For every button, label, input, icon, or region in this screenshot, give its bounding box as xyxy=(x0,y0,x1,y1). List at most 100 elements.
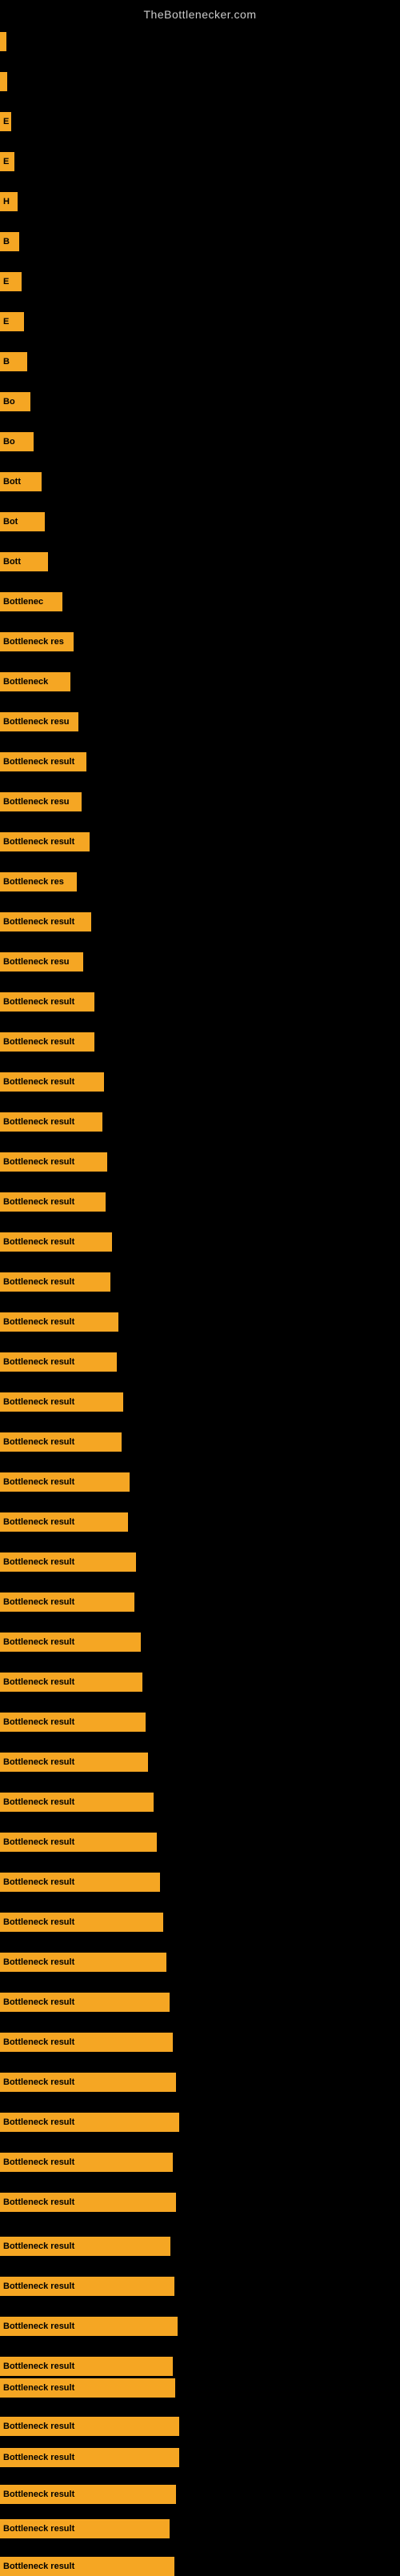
bar-label-7: E xyxy=(3,277,9,286)
bar-label-44: Bottleneck result xyxy=(3,1757,74,1767)
bar-label-23: Bottleneck result xyxy=(3,917,74,927)
bar-label-43: Bottleneck result xyxy=(3,1717,74,1727)
bar-item-30: Bottleneck result xyxy=(0,1192,106,1212)
bar-label-46: Bottleneck result xyxy=(3,1837,74,1847)
bar-item-33: Bottleneck result xyxy=(0,1312,118,1332)
bar-item-12: Bott xyxy=(0,472,42,491)
bar-label-54: Bottleneck result xyxy=(3,2157,74,2167)
bar-label-26: Bottleneck result xyxy=(3,1037,74,1047)
bar-label-30: Bottleneck result xyxy=(3,1197,74,1207)
bar-label-36: Bottleneck result xyxy=(3,1437,74,1447)
bar-item-38: Bottleneck result xyxy=(0,1512,128,1532)
bar-label-28: Bottleneck result xyxy=(3,1117,74,1127)
bar-item-16: Bottleneck res xyxy=(0,632,74,651)
bar-label-15: Bottlenec xyxy=(3,597,43,607)
bar-label-62: Bottleneck result xyxy=(3,2453,74,2462)
bar-item-10: Bo xyxy=(0,392,30,411)
bar-label-12: Bott xyxy=(3,477,21,487)
bar-item-11: Bo xyxy=(0,432,34,451)
bar-item-62: Bottleneck result xyxy=(0,2448,179,2467)
bar-item-46: Bottleneck result xyxy=(0,1833,157,1852)
bar-item-6: B xyxy=(0,232,19,251)
bar-item-59: Bottleneck result xyxy=(0,2357,173,2376)
bar-item-47: Bottleneck result xyxy=(0,1873,160,1892)
bar-item-7: E xyxy=(0,272,22,291)
bar-item-43: Bottleneck result xyxy=(0,1713,146,1732)
bar-item-36: Bottleneck result xyxy=(0,1432,122,1452)
bar-item-8: E xyxy=(0,312,24,331)
bar-item-35: Bottleneck result xyxy=(0,1392,123,1412)
bar-item-28: Bottleneck result xyxy=(0,1112,102,1132)
bar-item-21: Bottleneck result xyxy=(0,832,90,851)
bar-label-45: Bottleneck result xyxy=(3,1797,74,1807)
bar-item-15: Bottlenec xyxy=(0,592,62,611)
bar-label-34: Bottleneck result xyxy=(3,1357,74,1367)
bar-label-3: E xyxy=(3,117,9,126)
bar-label-14: Bott xyxy=(3,557,21,567)
bar-label-8: E xyxy=(3,317,9,327)
bar-item-45: Bottleneck result xyxy=(0,1793,154,1812)
bar-label-52: Bottleneck result xyxy=(3,2077,74,2087)
bar-label-59: Bottleneck result xyxy=(3,2362,74,2371)
bar-item-18: Bottleneck resu xyxy=(0,712,78,731)
bar-item-13: Bot xyxy=(0,512,45,531)
bar-label-40: Bottleneck result xyxy=(3,1597,74,1607)
bar-item-41: Bottleneck result xyxy=(0,1633,141,1652)
bar-item-17: Bottleneck xyxy=(0,672,70,691)
bar-label-17: Bottleneck xyxy=(3,677,48,687)
bar-label-24: Bottleneck resu xyxy=(3,957,70,967)
bar-label-20: Bottleneck resu xyxy=(3,797,70,807)
bar-label-13: Bot xyxy=(3,517,18,527)
bar-label-29: Bottleneck result xyxy=(3,1157,74,1167)
bar-item-61: Bottleneck result xyxy=(0,2417,179,2436)
bar-label-38: Bottleneck result xyxy=(3,1517,74,1527)
bar-item-2 xyxy=(0,72,7,91)
bar-label-31: Bottleneck result xyxy=(3,1237,74,1247)
bar-item-23: Bottleneck result xyxy=(0,912,91,931)
bar-item-55: Bottleneck result xyxy=(0,2193,176,2212)
bar-item-51: Bottleneck result xyxy=(0,2033,173,2052)
bar-label-63: Bottleneck result xyxy=(3,2490,74,2499)
bar-label-27: Bottleneck result xyxy=(3,1077,74,1087)
bar-label-53: Bottleneck result xyxy=(3,2117,74,2127)
bar-item-29: Bottleneck result xyxy=(0,1152,107,1172)
bar-label-64: Bottleneck result xyxy=(3,2524,74,2534)
bar-label-49: Bottleneck result xyxy=(3,1957,74,1967)
bar-item-14: Bott xyxy=(0,552,48,571)
bar-label-25: Bottleneck result xyxy=(3,997,74,1007)
bar-item-5: H xyxy=(0,192,18,211)
bar-item-20: Bottleneck resu xyxy=(0,792,82,811)
bar-label-19: Bottleneck result xyxy=(3,757,74,767)
bar-label-18: Bottleneck resu xyxy=(3,717,70,727)
chart-container: TheBottlenecker.com EEHBEEBBoBoBottBotBo… xyxy=(0,0,400,2561)
bar-item-42: Bottleneck result xyxy=(0,1673,142,1692)
bar-label-51: Bottleneck result xyxy=(3,2037,74,2047)
bar-item-53: Bottleneck result xyxy=(0,2113,179,2132)
bar-label-47: Bottleneck result xyxy=(3,1877,74,1887)
bar-label-60: Bottleneck result xyxy=(3,2383,74,2393)
bar-item-54: Bottleneck result xyxy=(0,2153,173,2172)
bar-label-58: Bottleneck result xyxy=(3,2322,74,2331)
bar-label-10: Bo xyxy=(3,397,15,407)
bar-label-9: B xyxy=(3,357,10,367)
bar-label-5: H xyxy=(3,197,10,206)
bar-label-37: Bottleneck result xyxy=(3,1477,74,1487)
bar-label-35: Bottleneck result xyxy=(3,1397,74,1407)
bar-item-19: Bottleneck result xyxy=(0,752,86,771)
bar-label-33: Bottleneck result xyxy=(3,1317,74,1327)
bar-label-39: Bottleneck result xyxy=(3,1557,74,1567)
bar-label-42: Bottleneck result xyxy=(3,1677,74,1687)
bar-item-9: B xyxy=(0,352,27,371)
bar-item-44: Bottleneck result xyxy=(0,1753,148,1772)
bar-label-61: Bottleneck result xyxy=(3,2422,74,2431)
bar-item-60: Bottleneck result xyxy=(0,2378,175,2398)
bar-label-4: E xyxy=(3,157,9,166)
bar-item-57: Bottleneck result xyxy=(0,2277,174,2296)
bar-item-26: Bottleneck result xyxy=(0,1032,94,1052)
bar-item-27: Bottleneck result xyxy=(0,1072,104,1092)
bar-item-3: E xyxy=(0,112,11,131)
bar-item-65: Bottleneck result xyxy=(0,2557,174,2576)
bar-label-55: Bottleneck result xyxy=(3,2197,74,2207)
bar-item-25: Bottleneck result xyxy=(0,992,94,1012)
bar-item-49: Bottleneck result xyxy=(0,1953,166,1972)
